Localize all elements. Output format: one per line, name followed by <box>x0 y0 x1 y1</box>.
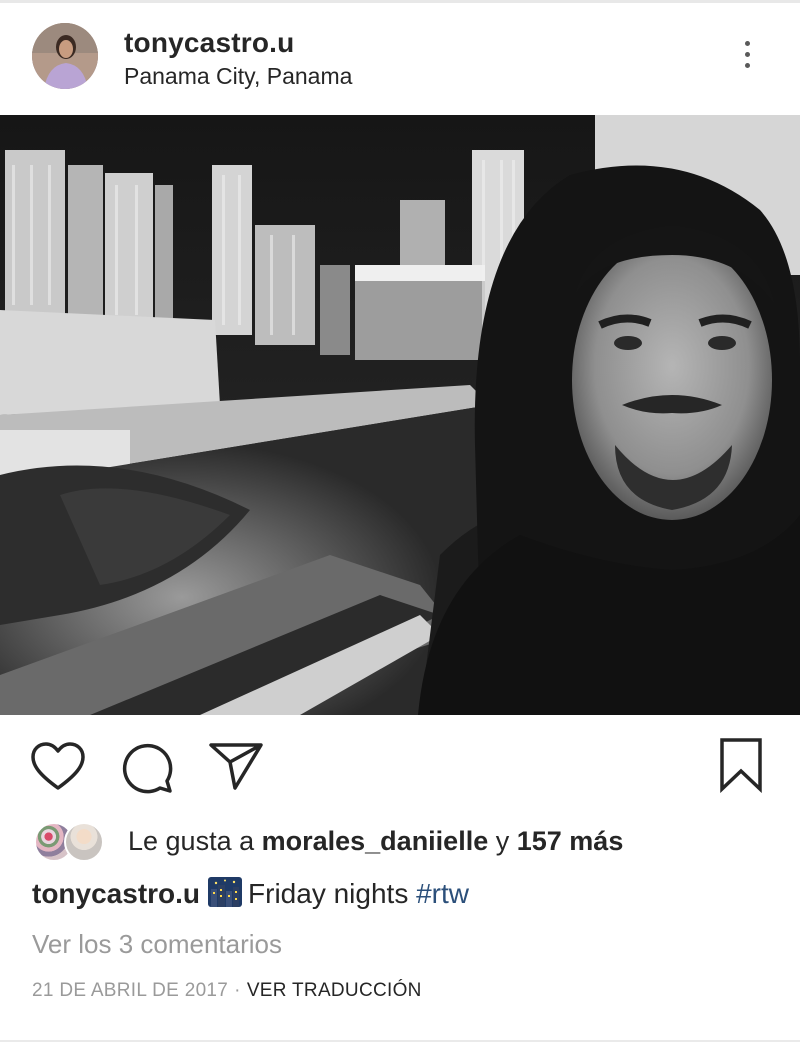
liker-username[interactable]: morales_daniielle <box>262 826 489 856</box>
translate-link[interactable]: VER TRADUCCIÓN <box>247 980 422 1001</box>
caption-hashtag[interactable]: #rtw <box>416 878 469 909</box>
likes-count[interactable]: 157 más <box>517 826 624 856</box>
post-username[interactable]: tonycastro.u <box>124 27 294 59</box>
likes-connector: y <box>488 826 517 856</box>
paper-plane-icon[interactable] <box>208 741 264 791</box>
post-actions <box>0 715 800 815</box>
liker-avatar <box>64 822 104 862</box>
meta-separator: · <box>234 980 241 1001</box>
post-date: 21 DE ABRIL DE 2017 <box>32 980 229 1001</box>
likes-text: Le gusta a morales_daniielle y 157 más <box>128 826 623 857</box>
likes-prefix: Le gusta a <box>128 826 262 856</box>
comment-bubble-icon[interactable] <box>120 741 174 795</box>
post-photo[interactable] <box>0 115 800 715</box>
caption-username[interactable]: tonycastro.u <box>32 878 200 909</box>
caption-text: Friday nights <box>248 878 417 909</box>
view-comments-link[interactable]: Ver los 3 comentarios <box>32 929 282 960</box>
post-meta: 21 DE ABRIL DE 2017 · VER TRADUCCIÓN <box>32 980 422 1002</box>
post-photo-image <box>0 115 800 715</box>
night-city-emoji <box>208 877 243 907</box>
post-caption: tonycastro.u Friday nights #rtw <box>32 877 469 910</box>
bookmark-icon[interactable] <box>718 737 764 794</box>
likes-summary[interactable]: Le gusta a morales_daniielle y 157 más <box>34 822 774 866</box>
post-location[interactable]: Panama City, Panama <box>124 63 352 90</box>
user-avatar[interactable] <box>32 23 98 89</box>
more-options-icon[interactable] <box>735 41 759 81</box>
bottom-divider <box>0 1040 800 1042</box>
post-header: tonycastro.u Panama City, Panama <box>0 3 800 115</box>
heart-icon[interactable] <box>30 741 86 793</box>
